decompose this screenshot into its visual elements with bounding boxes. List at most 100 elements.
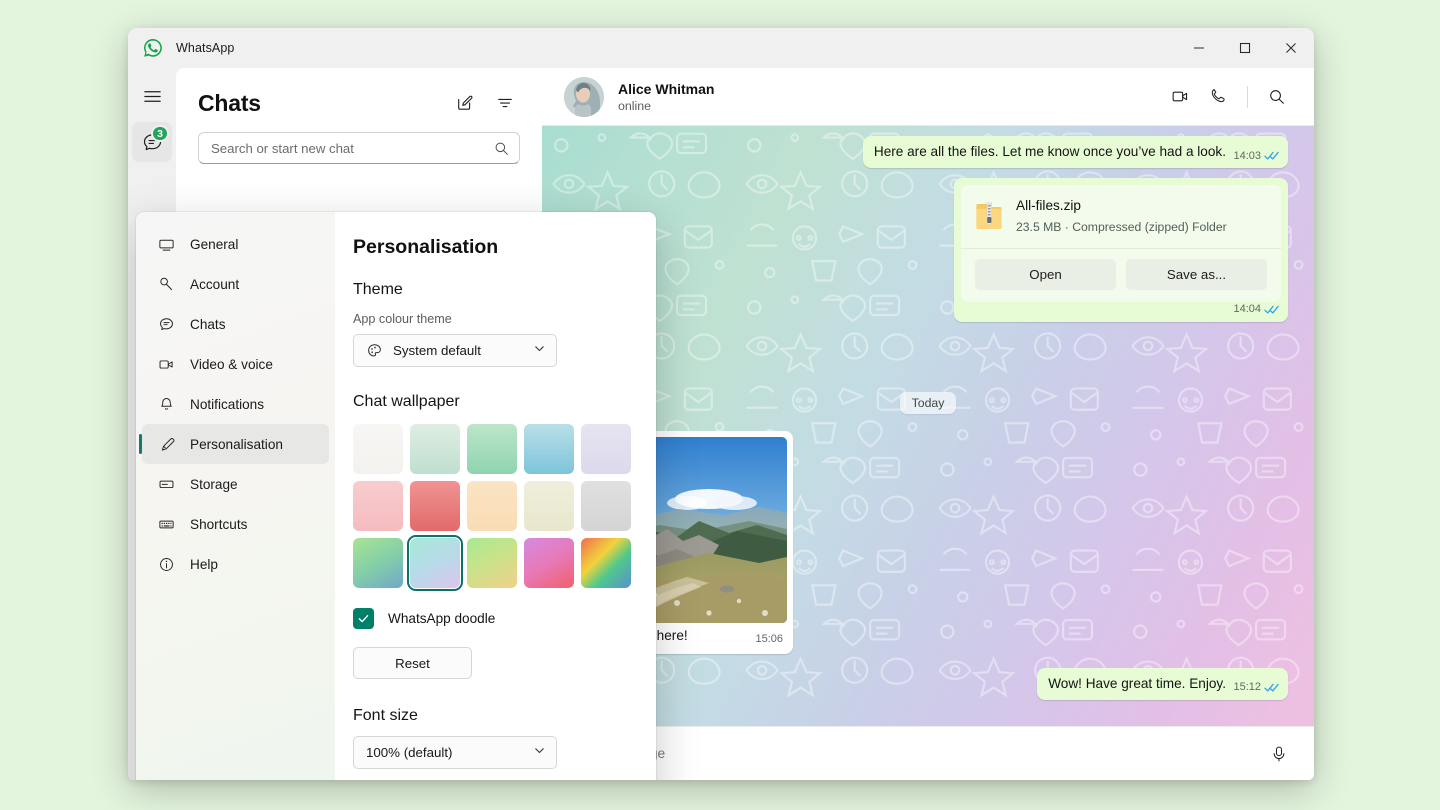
storage-icon: [156, 476, 176, 493]
whatsapp-window: WhatsApp: [128, 28, 1314, 780]
minimize-button[interactable]: [1176, 28, 1222, 68]
message-composer: [542, 726, 1314, 780]
wallpaper-swatch-cream[interactable]: [524, 481, 574, 531]
whatsapp-doodle-option[interactable]: WhatsApp doodle: [353, 608, 630, 629]
title-bar: WhatsApp: [128, 28, 1314, 68]
sidebar-item-storage[interactable]: Storage: [142, 464, 329, 504]
maximize-button[interactable]: [1222, 28, 1268, 68]
wallpaper-swatch-green-yellow[interactable]: [467, 538, 517, 588]
search-box[interactable]: [198, 132, 520, 164]
chevron-down-icon: [533, 342, 546, 360]
voice-call-icon: [1209, 87, 1228, 106]
conversation-actions: [1163, 80, 1294, 114]
wallpaper-swatch-grey[interactable]: [581, 481, 631, 531]
message-bubble[interactable]: Wow! Have great time. Enjoy. 15:12: [1037, 668, 1288, 700]
wallpaper-swatch-green-blue[interactable]: [353, 538, 403, 588]
settings-navigation: General Account Chats: [136, 212, 335, 780]
chats-title: Chats: [198, 90, 261, 117]
wallpaper-swatch-teal-blue[interactable]: [524, 424, 574, 474]
filter-chats-button[interactable]: [488, 86, 522, 120]
wallpaper-swatch-mint-light[interactable]: [410, 424, 460, 474]
sidebar-item-label: Personalisation: [190, 437, 283, 452]
file-name: All-files.zip: [1016, 197, 1227, 215]
wallpaper-swatch-pink-light[interactable]: [353, 481, 403, 531]
open-file-button[interactable]: Open: [975, 259, 1116, 290]
file-message-bubble[interactable]: All-files.zip 23.5 MB · Compressed (zipp…: [954, 178, 1288, 322]
wallpaper-swatch-red[interactable]: [410, 481, 460, 531]
sidebar-item-shortcuts[interactable]: Shortcuts: [142, 504, 329, 544]
reset-button[interactable]: Reset: [353, 647, 472, 679]
wallpaper-swatch-lavender[interactable]: [581, 424, 631, 474]
wallpaper-swatch-peach[interactable]: [467, 481, 517, 531]
message-bubble[interactable]: Here are all the files. Let me know once…: [863, 136, 1288, 168]
close-button[interactable]: [1268, 28, 1314, 68]
menu-button[interactable]: [132, 76, 172, 116]
zip-folder-icon: [975, 200, 1003, 232]
message-area[interactable]: Here are all the files. Let me know once…: [542, 126, 1314, 726]
sidebar-item-label: Chats: [190, 317, 226, 332]
voice-call-button[interactable]: [1201, 80, 1235, 114]
doodle-label: WhatsApp doodle: [388, 611, 495, 626]
paintbrush-icon: [156, 436, 176, 453]
font-size-select[interactable]: 100% (default): [353, 736, 557, 769]
sidebar-item-label: Notifications: [190, 397, 264, 412]
voice-record-button[interactable]: [1262, 737, 1296, 771]
chats-unread-badge: 3: [151, 125, 169, 142]
message-row: Greetings from here! 15:06: [553, 431, 1273, 653]
app-title: WhatsApp: [176, 41, 234, 55]
save-as-button[interactable]: Save as...: [1126, 259, 1267, 290]
hamburger-menu-icon: [143, 87, 162, 106]
message-row: Wow! Have great time. Enjoy. 15:12: [568, 668, 1288, 700]
keyboard-icon: [156, 516, 176, 533]
file-text-block: All-files.zip 23.5 MB · Compressed (zipp…: [1016, 197, 1227, 235]
settings-dialog: General Account Chats: [136, 212, 656, 780]
checkmark-icon: [357, 612, 370, 625]
new-chat-button[interactable]: [448, 86, 482, 120]
date-divider-row: Today: [568, 392, 1288, 414]
doodle-checkbox[interactable]: [353, 608, 374, 629]
wallpaper-swatch-mint-lilac[interactable]: [410, 538, 460, 588]
date-divider: Today: [900, 392, 957, 414]
wallpaper-swatch-rainbow[interactable]: [581, 538, 631, 588]
wallpaper-swatch-pink-magenta[interactable]: [524, 538, 574, 588]
message-input[interactable]: [564, 746, 1262, 761]
search-container: [176, 126, 542, 174]
rail-item-chats[interactable]: 3: [132, 122, 172, 162]
message-text: Wow! Have great time. Enjoy.: [1048, 676, 1226, 691]
whatsapp-logo-icon: [142, 37, 164, 59]
key-icon: [156, 276, 176, 293]
search-input[interactable]: [211, 141, 494, 156]
sidebar-item-label: General: [190, 237, 238, 252]
search-icon: [1268, 88, 1286, 106]
search-in-chat-button[interactable]: [1260, 80, 1294, 114]
contact-name: Alice Whitman: [618, 81, 714, 97]
page-title: Personalisation: [353, 236, 630, 259]
font-size-value: 100% (default): [366, 745, 452, 760]
sidebar-item-video-voice[interactable]: Video & voice: [142, 344, 329, 384]
message-scroll[interactable]: Here are all the files. Let me know once…: [542, 126, 1314, 726]
app-colour-theme-value: System default: [393, 343, 481, 358]
sidebar-item-personalisation[interactable]: Personalisation: [142, 424, 329, 464]
wallpaper-swatch-green[interactable]: [467, 424, 517, 474]
sidebar-item-help[interactable]: Help: [142, 544, 329, 584]
sidebar-item-general[interactable]: General: [142, 224, 329, 264]
filter-icon: [496, 94, 514, 112]
window-controls: [1176, 28, 1314, 68]
contact-avatar[interactable]: [564, 77, 604, 117]
wallpaper-swatch-white[interactable]: [353, 424, 403, 474]
video-call-button[interactable]: [1163, 80, 1197, 114]
sidebar-item-chats[interactable]: Chats: [142, 304, 329, 344]
app-colour-theme-select[interactable]: System default: [353, 334, 557, 367]
contact-info[interactable]: Alice Whitman online: [618, 81, 714, 113]
file-actions: Open Save as...: [961, 248, 1281, 302]
read-receipt-icon: [1264, 304, 1279, 315]
divider: [1247, 86, 1248, 108]
file-card: All-files.zip 23.5 MB · Compressed (zipp…: [961, 185, 1281, 302]
sidebar-item-notifications[interactable]: Notifications: [142, 384, 329, 424]
message-meta: 15:06: [755, 632, 783, 647]
chevron-down-icon: [533, 744, 546, 762]
sidebar-item-account[interactable]: Account: [142, 264, 329, 304]
message-meta: 14:04: [1233, 302, 1279, 317]
video-call-icon: [1171, 87, 1190, 106]
avatar-image: [564, 77, 604, 117]
